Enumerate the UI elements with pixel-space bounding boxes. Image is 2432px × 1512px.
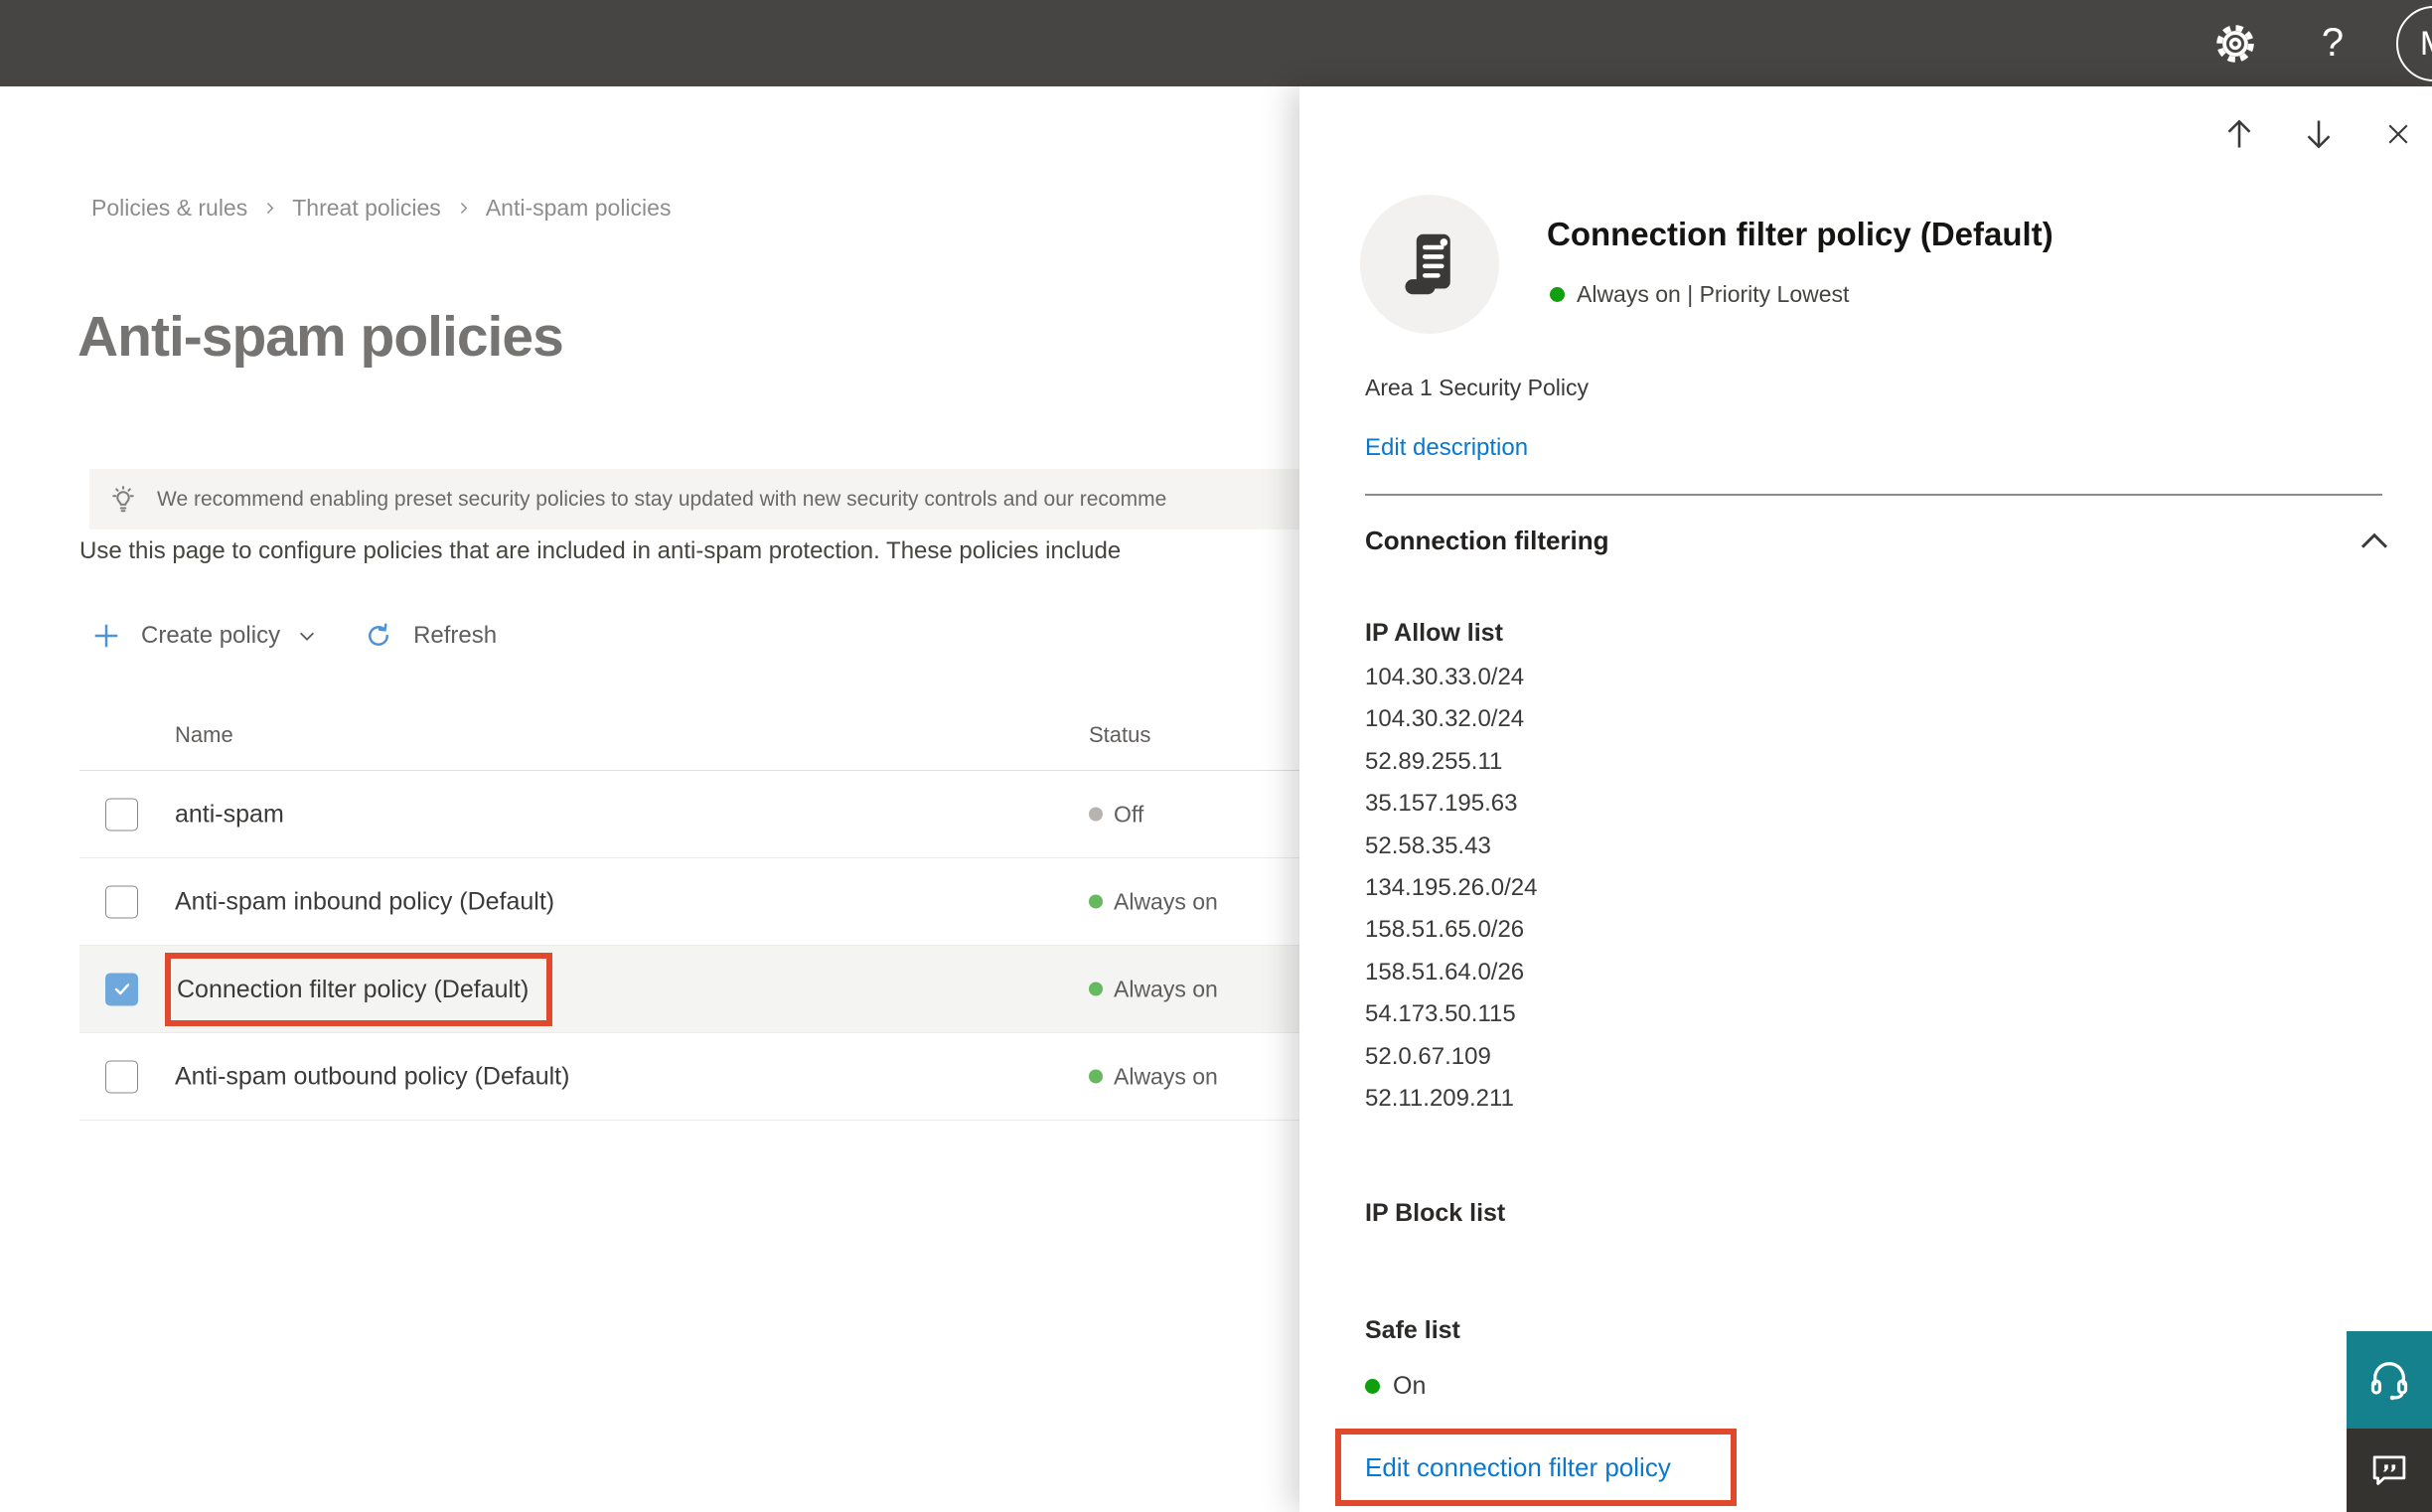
divider	[1365, 494, 2382, 496]
move-up-icon[interactable]	[2221, 116, 2257, 152]
chat-bubble-icon	[2372, 1455, 2406, 1485]
flyout-title: Connection filter policy (Default)	[1547, 216, 2053, 252]
chevron-up-icon[interactable]	[2358, 528, 2390, 558]
support-button[interactable]	[2347, 1331, 2432, 1429]
table-row[interactable]: Connection filter policy (Default) Alway…	[79, 946, 1299, 1033]
policy-status: Always on	[1089, 888, 1218, 915]
section-title: Connection filtering	[1365, 526, 1609, 555]
panel-status-text: Always on | Priority Lowest	[1577, 281, 1850, 307]
status-dot-icon	[1089, 982, 1103, 996]
ip-allow-entry: 158.51.64.0/26	[1365, 958, 1525, 985]
edit-description-link[interactable]: Edit description	[1365, 434, 1528, 462]
ip-allow-entry: 158.51.65.0/26	[1365, 916, 1525, 944]
lightbulb-icon	[112, 485, 134, 512]
table-row[interactable]: Anti-spam outbound policy (Default) Alwa…	[79, 1033, 1299, 1121]
command-bar: Create policy Refresh	[91, 608, 497, 664]
policy-scroll-icon	[1405, 233, 1450, 295]
section-connection-filtering[interactable]: Connection filtering	[1365, 526, 2388, 556]
safe-list-heading: Safe list	[1365, 1316, 1460, 1344]
panel-status-dot	[1550, 287, 1565, 302]
ip-allow-entry: 35.157.195.63	[1365, 790, 1518, 818]
ip-allow-list: 104.30.33.0/24 104.30.32.0/24 52.89.255.11…	[1365, 657, 1538, 1120]
flyout-controls	[2221, 116, 2416, 152]
column-header-name[interactable]: Name	[175, 722, 233, 748]
status-dot-icon	[1089, 1069, 1103, 1084]
safe-list-value: On	[1393, 1372, 1427, 1400]
move-down-icon[interactable]	[2301, 116, 2337, 152]
policy-status: Always on	[1089, 1063, 1218, 1090]
status-label: Always on	[1114, 1063, 1218, 1089]
breadcrumb-anti-spam-policies[interactable]: Anti-spam policies	[486, 195, 672, 222]
feedback-button[interactable]	[2347, 1429, 2432, 1512]
policy-name[interactable]: Anti-spam outbound policy (Default)	[175, 1062, 569, 1091]
ip-allow-entry: 52.0.67.109	[1365, 1042, 1491, 1070]
policy-table: Name Status anti-spam Off Anti-spam inbo…	[79, 685, 1299, 1121]
row-checkbox[interactable]	[105, 885, 138, 918]
chevron-down-icon[interactable]	[296, 625, 318, 647]
headset-icon	[2370, 1362, 2408, 1401]
top-app-bar: ? M	[0, 0, 2432, 86]
ip-allow-entry: 54.173.50.115	[1365, 1000, 1516, 1028]
refresh-button[interactable]: Refresh	[413, 622, 497, 650]
edit-connection-filter-policy-link[interactable]: Edit connection filter policy	[1365, 1435, 1731, 1500]
breadcrumb-policies-rules[interactable]: Policies & rules	[91, 195, 247, 222]
column-header-status[interactable]: Status	[1089, 722, 1150, 748]
account-avatar[interactable]: M	[2396, 6, 2432, 81]
plus-icon	[94, 624, 118, 648]
ip-allow-entry: 52.89.255.11	[1365, 747, 1503, 775]
chevron-right-icon	[267, 203, 274, 214]
recommendation-banner: We recommend enabling preset security po…	[89, 469, 1321, 529]
flyout-status: Always on | Priority Lowest	[1550, 281, 1849, 308]
safe-list-status: On	[1365, 1372, 1426, 1401]
help-icon[interactable]: ?	[2315, 19, 2351, 69]
table-row[interactable]: Anti-spam inbound policy (Default) Alway…	[79, 858, 1299, 946]
policy-status: Off	[1089, 801, 1143, 828]
ip-allow-entry: 104.30.32.0/24	[1365, 705, 1525, 733]
policy-name[interactable]: Anti-spam inbound policy (Default)	[175, 887, 554, 916]
row-checkbox[interactable]	[105, 973, 138, 1005]
policy-name[interactable]: anti-spam	[175, 800, 284, 829]
safe-list-status-dot	[1365, 1379, 1380, 1394]
row-checkbox[interactable]	[105, 798, 138, 831]
table-header: Name Status	[79, 685, 1299, 771]
ip-allow-list-heading: IP Allow list	[1365, 619, 1503, 647]
policy-name[interactable]: Connection filter policy (Default)	[165, 952, 553, 1026]
close-icon[interactable]	[2380, 116, 2416, 152]
breadcrumb-threat-policies[interactable]: Threat policies	[292, 195, 441, 222]
checkmark-icon	[114, 983, 129, 995]
ip-allow-entry: 52.11.209.211	[1365, 1085, 1514, 1113]
annotation-box: Edit connection filter policy	[1335, 1429, 1737, 1506]
create-policy-button[interactable]: Create policy	[141, 622, 280, 650]
status-label: Always on	[1114, 888, 1218, 914]
ip-allow-entry: 104.30.33.0/24	[1365, 664, 1525, 690]
ip-block-list-heading: IP Block list	[1365, 1199, 1506, 1227]
policy-details-flyout: Connection filter policy (Default) Alway…	[1299, 86, 2432, 1512]
banner-text: We recommend enabling preset security po…	[157, 487, 1167, 511]
status-dot-icon	[1089, 807, 1103, 822]
table-row[interactable]: anti-spam Off	[79, 771, 1299, 858]
chevron-right-icon	[460, 203, 468, 214]
page-description: Use this page to configure policies that…	[79, 537, 1122, 564]
status-label: Off	[1114, 801, 1144, 827]
status-dot-icon	[1089, 894, 1103, 909]
settings-gear-icon[interactable]	[2212, 21, 2258, 67]
refresh-icon	[369, 623, 389, 646]
ip-allow-entry: 134.195.26.0/24	[1365, 874, 1538, 902]
policy-badge	[1360, 195, 1499, 334]
breadcrumb: Policies & rules Threat policies Anti-sp…	[91, 195, 671, 222]
row-checkbox[interactable]	[105, 1060, 138, 1093]
policy-status: Always on	[1089, 976, 1218, 1002]
status-label: Always on	[1114, 976, 1218, 1001]
page-title: Anti-spam policies	[77, 305, 564, 369]
ip-allow-entry: 52.58.35.43	[1365, 832, 1491, 859]
policy-description: Area 1 Security Policy	[1365, 375, 1589, 400]
